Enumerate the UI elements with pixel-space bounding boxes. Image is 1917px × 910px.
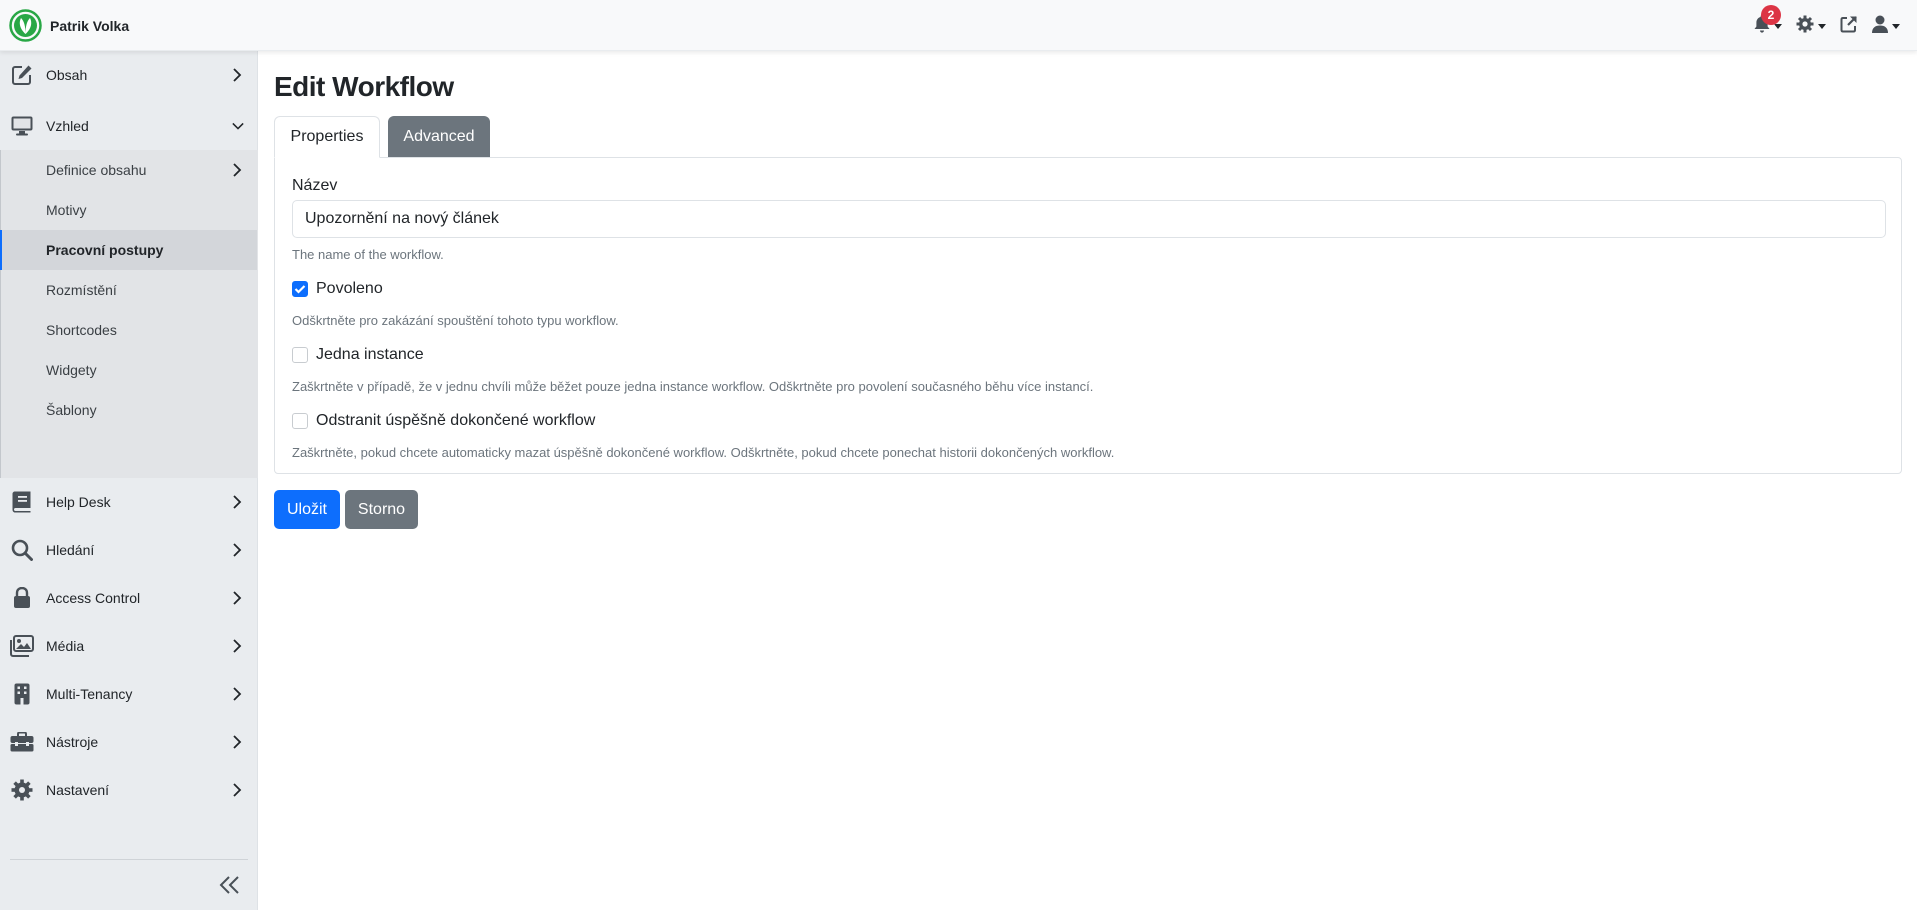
name-input[interactable] [292, 200, 1886, 238]
chevron-right-icon [232, 494, 244, 510]
tab-bar: Properties Advanced [274, 116, 1902, 158]
sidebar-item-help-desk[interactable]: Help Desk [0, 478, 258, 526]
chevron-right-icon [232, 162, 244, 178]
sidebar-item-label: Nástroje [46, 734, 99, 750]
notification-badge: 2 [1761, 5, 1781, 25]
enabled-help: Odškrtněte pro zakázání spouštění tohoto… [292, 313, 619, 328]
sidebar-subitem-rozmisteni[interactable]: Rozmístění [1, 270, 258, 310]
sidebar-item-nastroje[interactable]: Nástroje [0, 718, 258, 766]
visit-site-button[interactable] [1840, 12, 1858, 40]
sidebar-item-label: Multi-Tenancy [46, 686, 133, 702]
chevron-right-icon [232, 734, 244, 750]
save-button[interactable]: Uložit [274, 490, 340, 529]
sidebar-item-access-control[interactable]: Access Control [0, 574, 258, 622]
chevron-down-icon [1774, 23, 1782, 29]
notifications-button[interactable]: 2 [1754, 5, 1782, 40]
book-icon [10, 490, 34, 514]
sidebar-item-label: Nastavení [46, 782, 110, 798]
sidebar-subitem-shortcodes[interactable]: Shortcodes [1, 310, 258, 350]
chevron-right-icon [232, 782, 244, 798]
sidebar-submenu-vzhled: Definice obsahu Motivy Pracovní postupy … [0, 150, 258, 478]
chevron-down-icon [1818, 23, 1826, 29]
chevron-right-icon [232, 542, 244, 558]
chevron-right-icon [232, 638, 244, 654]
chevron-right-icon [232, 686, 244, 702]
enabled-label[interactable]: Povoleno [316, 280, 383, 298]
sidebar-item-vzhled[interactable]: Vzhled [0, 102, 258, 150]
sidebar-item-label: Definice obsahu [46, 162, 147, 178]
delete-finished-label[interactable]: Odstranit úspěšně dokončené workflow [316, 412, 595, 430]
gear-icon [10, 778, 34, 802]
brand[interactable]: Patrik Volka [9, 9, 129, 42]
lock-icon [10, 586, 34, 610]
sidebar-item-label: Widgety [46, 362, 97, 378]
sidebar-item-obsah[interactable]: Obsah [0, 51, 258, 99]
sidebar-subitem-definice-obsahu[interactable]: Definice obsahu [1, 150, 258, 190]
sidebar: Obsah Vzhled Definice obsahu Motivy Prac… [0, 51, 258, 910]
chevron-down-icon [1892, 23, 1900, 29]
sidebar-item-label: Pracovní postupy [46, 242, 164, 258]
sidebar-subitem-pracovni-postupy[interactable]: Pracovní postupy [0, 230, 257, 270]
brand-name: Patrik Volka [50, 17, 130, 34]
singleton-help: Zaškrtněte v případě, že v jednu chvíli … [292, 379, 1094, 394]
search-icon [10, 538, 34, 562]
chevron-right-icon [232, 590, 244, 606]
sidebar-item-label: Shortcodes [46, 322, 117, 338]
edit-icon [10, 63, 34, 87]
sidebar-item-label: Access Control [46, 590, 141, 606]
singleton-checkbox[interactable] [292, 347, 308, 363]
page-title: Edit Workflow [274, 71, 454, 102]
cancel-button[interactable]: Storno [345, 490, 418, 529]
sidebar-item-label: Obsah [46, 67, 88, 83]
gear-icon [1796, 15, 1814, 38]
tab-advanced[interactable]: Advanced [388, 116, 490, 157]
sidebar-item-multi-tenancy[interactable]: Multi-Tenancy [0, 670, 258, 718]
building-icon [10, 682, 34, 706]
sidebar-item-label: Média [46, 638, 85, 654]
sidebar-item-label: Šablony [46, 402, 97, 418]
singleton-label[interactable]: Jedna instance [316, 346, 424, 364]
tab-properties[interactable]: Properties [274, 116, 380, 158]
sidebar-footer [10, 859, 248, 910]
chevron-down-icon [232, 118, 244, 134]
sidebar-item-nastaveni[interactable]: Nastavení [0, 766, 258, 814]
sidebar-item-label: Help Desk [46, 494, 111, 510]
sidebar-item-hledani[interactable]: Hledání [0, 526, 258, 574]
external-link-icon [1840, 15, 1858, 38]
sidebar-item-label: Rozmístění [46, 282, 117, 298]
enabled-checkbox[interactable] [292, 281, 308, 297]
chevron-right-icon [232, 67, 244, 83]
user-icon [1872, 15, 1888, 38]
images-icon [10, 634, 34, 658]
sidebar-item-label: Motivy [46, 202, 87, 218]
collapse-sidebar-icon[interactable] [218, 873, 242, 897]
sidebar-subitem-sablony[interactable]: Šablony [1, 390, 258, 430]
top-navbar: Patrik Volka 2 [0, 0, 1917, 51]
delete-finished-help: Zaškrtněte, pokud chcete automaticky maz… [292, 445, 1115, 460]
leaf-logo [9, 9, 42, 42]
properties-panel: Název The name of the workflow. Povoleno… [274, 157, 1902, 474]
sidebar-subitem-motivy[interactable]: Motivy [1, 190, 258, 230]
sidebar-item-media[interactable]: Média [0, 622, 258, 670]
theme-button[interactable] [1796, 12, 1826, 40]
toolbox-icon [10, 730, 34, 754]
sidebar-subitem-widgety[interactable]: Widgety [1, 350, 258, 390]
sidebar-item-label: Hledání [46, 542, 95, 558]
name-label: Název [292, 177, 338, 194]
name-help: The name of the workflow. [292, 247, 444, 262]
user-menu-button[interactable] [1872, 12, 1900, 40]
sidebar-item-label: Vzhled [46, 118, 89, 134]
check-icon [294, 285, 306, 294]
monitor-icon [10, 114, 34, 138]
delete-finished-checkbox[interactable] [292, 413, 308, 429]
